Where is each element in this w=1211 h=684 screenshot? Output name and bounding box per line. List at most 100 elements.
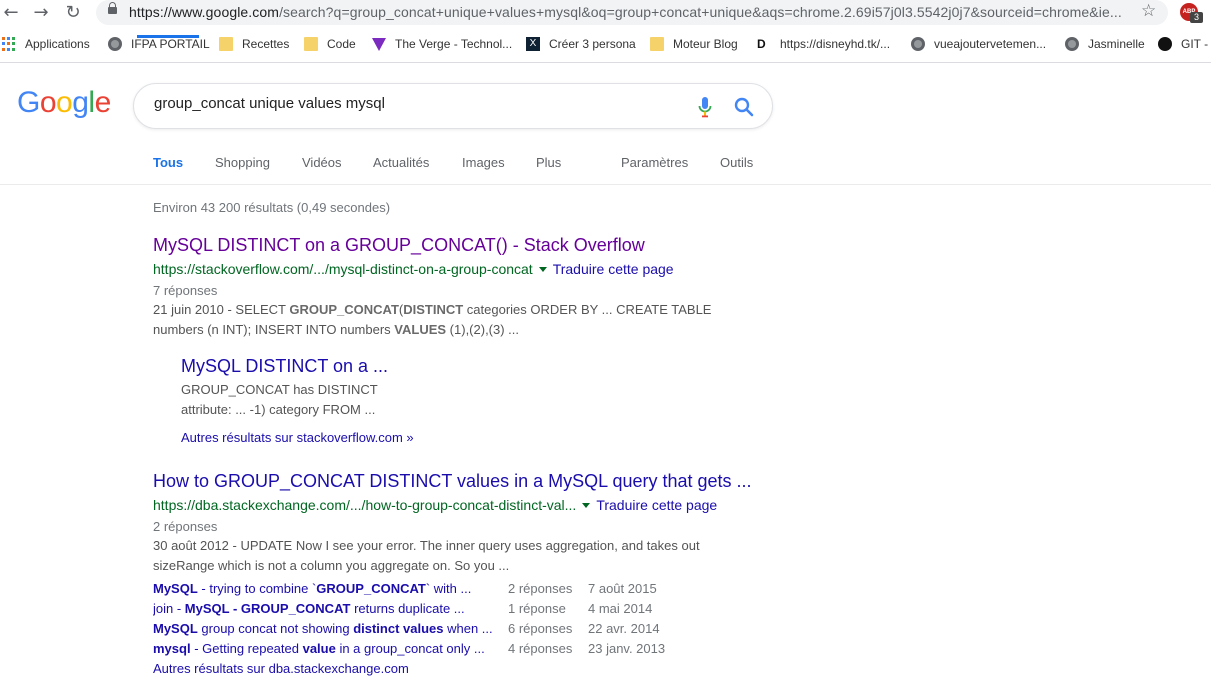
related-question-link[interactable]: MySQL - trying to combine `GROUP_CONCAT`… [153,581,498,596]
bookmark-label: https://disneyhd.tk/... [780,37,891,51]
snippet-text: join - [153,601,185,616]
bookmark-label: Applications [25,37,90,51]
related-date: 22 avr. 2014 [588,621,660,636]
tabs-divider [0,184,1211,185]
more-results-link[interactable]: Autres résultats sur dba.stackexchange.c… [153,661,498,676]
tab-parametres[interactable]: Paramètres [621,155,688,170]
bookmark-label: GIT - [1181,37,1209,51]
dropdown-arrow-icon[interactable] [538,266,547,272]
search-icon[interactable] [732,95,756,119]
url-text[interactable]: https://www.google.com/search?q=group_co… [129,4,1129,20]
lock-icon [108,2,117,14]
result-url: https://stackoverflow.com/.../mysql-dist… [153,261,674,277]
bookmark-vueajouter[interactable]: vueajoutervetemen... [911,31,1046,57]
snippet-text: categories ORDER BY ... CREATE TABLE [463,302,712,317]
tab-images[interactable]: Images [462,155,505,170]
snippet-bold: GROUP_CONCAT [316,581,426,596]
related-answers: 4 réponses [508,641,573,656]
result-stats: Environ 43 200 résultats (0,49 secondes) [153,200,391,215]
github-icon [1158,37,1172,51]
bookmark-label: Créer 3 persona [549,37,636,51]
snippet-text: returns duplicate ... [350,601,465,616]
snippet-text: (1),(2),(3) ... [446,322,520,337]
snippet-bold: MySQL [153,621,198,636]
related-question-link[interactable]: MySQL group concat not showing distinct … [153,621,498,636]
tab-plus[interactable]: Plus [536,155,561,170]
google-logo[interactable]: Google [17,86,111,120]
tab-videos[interactable]: Vidéos [302,155,342,170]
snippet-bold: value [302,641,336,656]
bookmark-applications[interactable]: Applications [2,31,90,57]
bookmark-label: vueajoutervetemen... [934,37,1047,51]
back-arrow-icon[interactable]: ← [0,2,22,24]
snippet-bold: DISTINCT [403,302,464,317]
dropdown-arrow-icon[interactable] [582,502,591,508]
related-answers: 2 réponses [508,581,573,596]
tab-outils[interactable]: Outils [720,155,753,170]
bookmark-label: Jasminelle [1088,37,1145,51]
snippet-text: in a group_concat only ... [335,641,485,656]
bookmark-jasminelle[interactable]: Jasminelle [1065,31,1145,57]
bookmark-git[interactable]: GIT - [1158,31,1208,57]
snippet-bold: GROUP_CONCAT [289,302,399,317]
bookmark-persona[interactable]: X Créer 3 persona [526,31,636,57]
address-bar[interactable]: https://www.google.com/search?q=group_co… [96,0,1168,25]
bookmark-moteur-blog[interactable]: Moteur Blog [650,31,738,57]
related-question-link[interactable]: mysql - Getting repeated value in a grou… [153,641,498,656]
search-box [133,83,773,129]
search-tabs: Tous Shopping Vidéos Actualités Images P… [0,147,1211,185]
more-results-link[interactable]: Autres résultats sur stackoverflow.com » [181,430,414,445]
translate-link[interactable]: Traduire cette page [596,497,717,513]
snippet-text: attribute: ... -1) category FROM ... [181,402,376,417]
microphone-icon[interactable] [698,96,712,118]
extension-badge: 3 [1190,12,1203,23]
sub-result-title[interactable]: MySQL DISTINCT on a ... [181,356,388,377]
folder-icon [219,37,233,51]
bookmark-code[interactable]: Code [304,31,356,57]
related-answers: 1 réponse [508,601,566,616]
bookmark-star-icon[interactable]: ☆ [1141,1,1156,21]
related-date: 4 mai 2014 [588,601,653,616]
browser-toolbar: ← → ↻ https://www.google.com/search?q=gr… [0,0,1211,26]
snippet-text: when ... [443,621,493,636]
related-date: 23 janv. 2013 [588,641,666,656]
result-snippet: 21 juin 2010 - SELECT GROUP_CONCAT(DISTI… [153,300,733,340]
search-input[interactable] [154,95,684,112]
tab-shopping[interactable]: Shopping [215,155,270,170]
result-title[interactable]: How to GROUP_CONCAT DISTINCT values in a… [153,471,752,492]
active-tab-indicator [137,35,199,38]
globe-icon [911,37,925,51]
snippet-text: - Getting repeated [190,641,303,656]
reload-icon[interactable]: ↻ [62,2,84,24]
url-host: https://www.google.com [129,4,280,20]
bookmark-label: The Verge - Technol... [395,37,513,51]
bookmark-recettes[interactable]: Recettes [219,31,289,57]
globe-icon [108,37,122,51]
verge-icon [372,37,386,51]
related-date: 7 août 2015 [588,581,657,596]
result-title[interactable]: MySQL DISTINCT on a GROUP_CONCAT() - Sta… [153,235,645,256]
bookmark-disneyhd[interactable]: D https://disneyhd.tk/... [757,31,890,57]
x-persona-icon: X [526,37,540,51]
result-url-text: https://stackoverflow.com/.../mysql-dist… [153,261,533,277]
tab-actualites[interactable]: Actualités [373,155,429,170]
bookmark-the-verge[interactable]: The Verge - Technol... [372,31,512,57]
forward-arrow-icon[interactable]: → [30,2,52,24]
bookmark-label: Moteur Blog [673,37,738,51]
tab-tous[interactable]: Tous [153,155,183,170]
related-answers: 6 réponses [508,621,573,636]
snippet-text: 21 juin 2010 - SELECT [153,302,290,317]
bookmark-label: IFPA PORTAIL [131,37,210,51]
snippet-bold: MySQL - GROUP_CONCAT [184,601,351,616]
url-path: /search?q=group_concat+unique+values+mys… [279,4,1122,20]
snippet-bold: mysql [153,641,191,656]
globe-icon [1065,37,1079,51]
related-question-link[interactable]: join - MySQL - GROUP_CONCAT returns dupl… [153,601,498,616]
snippet-text: sizeRange which is not a column you aggr… [153,558,510,573]
toolbar-divider [0,62,1211,63]
translate-link[interactable]: Traduire cette page [553,261,674,277]
disney-icon: D [757,37,766,51]
snippet-bold: distinct values [353,621,444,636]
snippet-text: numbers (n INT); INSERT INTO numbers [153,322,395,337]
result-snippet: 30 août 2012 - UPDATE Now I see your err… [153,536,733,576]
